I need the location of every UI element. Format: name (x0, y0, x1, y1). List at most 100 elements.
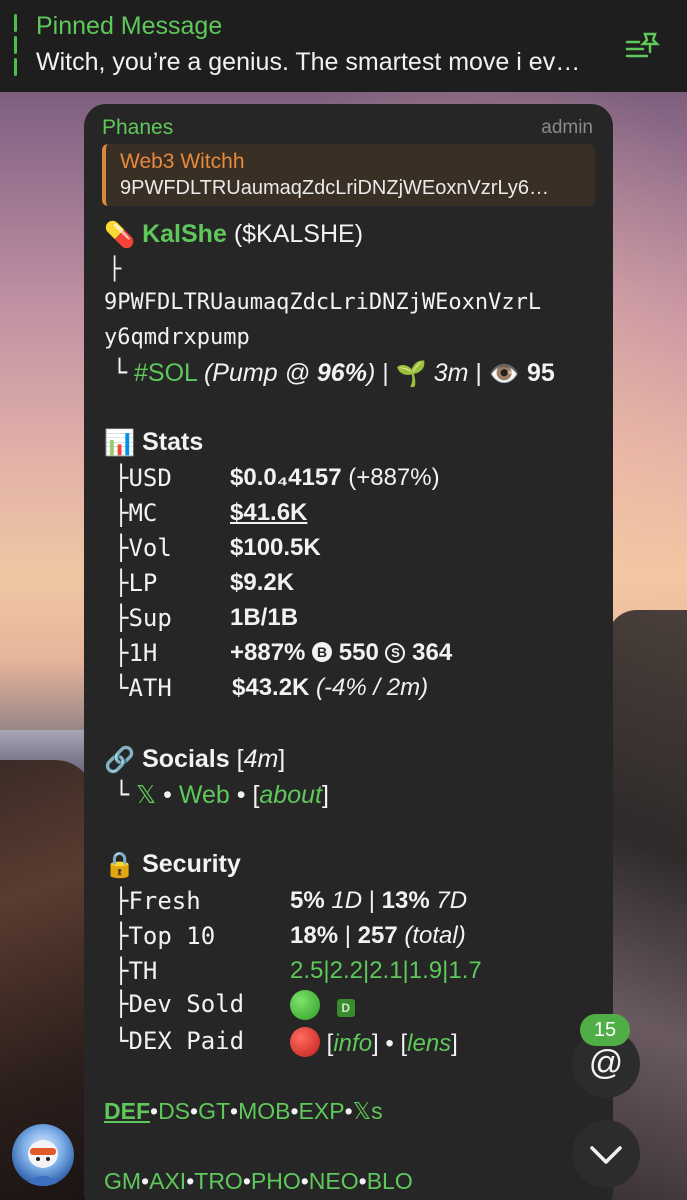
web-link[interactable]: Web (179, 781, 230, 809)
link-separator: • (300, 1168, 309, 1194)
link-xs[interactable]: 𝕏s (353, 1098, 383, 1124)
stat-row-sup: ├Sup 1B/1B (114, 604, 298, 633)
pinned-text: Witch, you’re a genius. The smartest mov… (36, 48, 581, 76)
buy-badge-icon: B (312, 642, 333, 662)
lock-icon: 🔒 (104, 850, 136, 879)
security-row-fresh: ├Fresh 5% 1D | 13% 7D (114, 887, 468, 915)
fresh-7d-unit: 7D (436, 887, 468, 914)
stat-value: +887% (230, 639, 306, 666)
quick-links-row-2: GM•AXI•TRO•PHO•NEO•BLO (104, 1168, 413, 1195)
pill-icon: 💊 (104, 220, 136, 249)
token-chain-line: └ #SOL (Pump @ 96%) | 🌱 3m | 👁️ 95 (112, 358, 555, 389)
token-ticker: ($KALSHE) (233, 220, 364, 248)
quick-links-row-1: DEF•DS•GT•MOB•EXP•𝕏s (104, 1098, 383, 1125)
separator: | (375, 359, 396, 387)
top10-total: 257 (357, 922, 398, 949)
separator: | (468, 359, 489, 387)
pinned-indicator (14, 14, 18, 80)
stat-value: $0.0₄4157 (230, 464, 342, 491)
stat-row-mc: ├MC $41.6K (114, 499, 307, 528)
mentions-count-badge: 15 (580, 1014, 630, 1046)
dex-info-link[interactable]: info (333, 1030, 372, 1057)
pin-list-icon[interactable] (625, 30, 661, 62)
link-blo[interactable]: BLO (367, 1168, 413, 1194)
top-holders-values[interactable]: 2.5|2.2|2.1|1.9|1.7 (290, 957, 482, 985)
seedling-icon: 🌱 (395, 359, 427, 388)
pinned-message-bar[interactable]: Pinned Message Witch, you’re a genius. T… (0, 0, 687, 92)
chain-hashtag[interactable]: #SOL (134, 359, 197, 387)
about-link[interactable]: about (259, 781, 322, 809)
security-label: ├TH (114, 957, 158, 985)
stat-row-usd: ├USD $0.0₄4157 (+887%) (114, 464, 440, 493)
stat-label: ├Vol (114, 534, 172, 562)
sender-avatar[interactable] (12, 1124, 74, 1186)
dev-badge-icon[interactable]: D (336, 999, 355, 1017)
stat-extra: (-4% / 2m) (309, 674, 429, 701)
link-separator: • (242, 1168, 251, 1194)
stat-value: 1B/1B (230, 604, 299, 631)
link-separator: • (141, 1168, 150, 1194)
link-def[interactable]: DEF (104, 1098, 150, 1124)
token-address-line1[interactable]: 9PWFDLTRUaumaqZdcLriDNZjWEoxnVzrL (104, 290, 541, 315)
token-address-line2[interactable]: y6qmdrxpump (104, 325, 250, 350)
green-circle-icon (290, 990, 320, 1020)
stat-value-link[interactable]: $41.6K (230, 499, 307, 527)
stat-row-1h: ├1H +887% B 550 S 364 (114, 639, 452, 668)
link-exp[interactable]: EXP (299, 1098, 345, 1124)
wallpaper-rock-right (607, 610, 687, 1200)
socials-heading: 🔗 Socials [4m] (104, 745, 286, 774)
socials-age: 4m (243, 745, 279, 773)
link-mob[interactable]: MOB (238, 1098, 290, 1124)
link-axi[interactable]: AXI (149, 1168, 186, 1194)
buy-count: 550 (338, 639, 379, 666)
chart-icon: 📊 (104, 428, 136, 457)
message-bubble[interactable]: Phanes admin Web3 Witchh 9PWFDLTRUaumaqZ… (84, 104, 613, 1200)
security-row-devsold: ├Dev Sold D (114, 990, 355, 1020)
pump-percent: 96% (316, 359, 367, 387)
link-neo[interactable]: NEO (309, 1168, 359, 1194)
link-separator: • (230, 1098, 239, 1124)
security-label: ├Dev Sold (114, 990, 245, 1018)
fresh-1d-unit: 1D (331, 887, 363, 914)
link-gm[interactable]: GM (104, 1168, 141, 1194)
avatar-image (24, 1140, 62, 1186)
stat-row-ath: └ATH $43.2K (-4% / 2m) (114, 674, 428, 703)
scroll-down-button[interactable] (572, 1120, 640, 1188)
security-row-dexpaid: └DEX Paid [info] • [lens] (114, 1027, 458, 1057)
link-icon: 🔗 (104, 745, 136, 774)
stat-label: ├USD (114, 464, 172, 492)
chevron-down-icon (590, 1146, 622, 1164)
stats-heading: 📊 Stats (104, 428, 203, 458)
reply-author: Web3 Witchh (120, 150, 245, 173)
tree-branch: ├ (108, 257, 122, 282)
sender-role: admin (541, 117, 593, 138)
stat-label: ├1H (114, 639, 158, 667)
top10-percent: 18% (290, 922, 339, 949)
link-separator: • (290, 1098, 299, 1124)
link-gt[interactable]: GT (198, 1098, 230, 1124)
security-title: Security (142, 850, 241, 878)
link-separator: • (358, 1168, 367, 1194)
socials-title: Socials (142, 745, 230, 773)
stat-label: └ATH (114, 674, 172, 702)
reply-quote[interactable]: Web3 Witchh 9PWFDLTRUaumaqZdcLriDNZjWEox… (102, 144, 595, 206)
stat-label: ├LP (114, 569, 158, 597)
fresh-1d-value: 5% (290, 887, 325, 914)
x-link[interactable]: 𝕏 (136, 781, 156, 809)
separator: • (156, 781, 179, 809)
link-pho[interactable]: PHO (251, 1168, 301, 1194)
token-header: 💊 KalShe ($KALSHE) (104, 220, 363, 250)
top10-total-unit: (total) (404, 922, 466, 949)
fresh-7d-value: 13% (381, 887, 430, 914)
security-heading: 🔒 Security (104, 850, 241, 880)
stat-row-vol: ├Vol $100.5K (114, 534, 321, 563)
security-row-th: ├TH 2.5|2.2|2.1|1.9|1.7 (114, 957, 482, 986)
dex-lens-link[interactable]: lens (407, 1030, 451, 1057)
link-tro[interactable]: TRO (194, 1168, 243, 1194)
link-ds[interactable]: DS (158, 1098, 190, 1124)
link-separator: • (344, 1098, 353, 1124)
sender-name[interactable]: Phanes (102, 116, 173, 140)
security-label: ├Fresh (114, 887, 201, 915)
stat-label: ├MC (114, 499, 158, 527)
token-name[interactable]: KalShe (142, 220, 227, 248)
